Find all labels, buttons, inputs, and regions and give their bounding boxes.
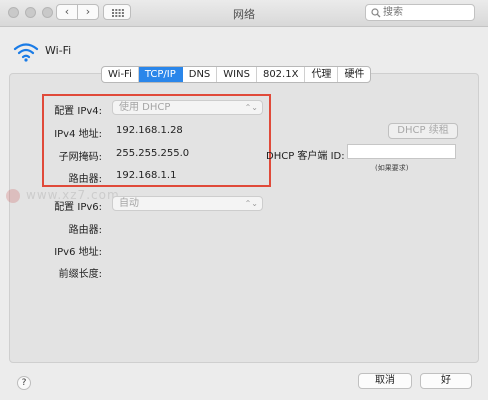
watermark-logo [6, 189, 20, 203]
renew-dhcp-button[interactable]: DHCP 续租 [388, 123, 458, 139]
tab-8021x[interactable]: 802.1X [257, 67, 306, 82]
subnet-mask-label: 子网掩码: [58, 152, 102, 163]
tab-proxy[interactable]: 代理 [305, 67, 339, 82]
dhcp-client-id-label: DHCP 客户端 ID: [266, 151, 345, 162]
interface-name: Wi-Fi [45, 44, 72, 57]
title-bar: ‹ › 网络 [0, 0, 488, 27]
dhcp-client-id-field[interactable] [347, 144, 456, 159]
configure-ipv4-value: 使用 DHCP [119, 102, 171, 113]
cancel-button[interactable]: 取消 [358, 373, 412, 389]
configure-ipv4-label: 配置 IPv4: [54, 106, 102, 117]
ipv4-address-label: IPv4 地址: [54, 129, 102, 140]
tab-wins[interactable]: WINS [217, 67, 257, 82]
dhcp-client-id-hint: (如果要求) [375, 164, 409, 172]
search-icon [371, 8, 381, 18]
tab-bar: Wi-Fi TCP/IP DNS WINS 802.1X 代理 硬件 [101, 66, 372, 83]
prefix-length-label: 前缀长度: [58, 269, 102, 280]
chevron-updown-icon: ⌃⌄ [244, 199, 258, 208]
tab-hardware[interactable]: 硬件 [338, 67, 370, 82]
search-field[interactable] [365, 4, 475, 21]
tab-wifi[interactable]: Wi-Fi [102, 67, 139, 82]
tab-tcpip[interactable]: TCP/IP [138, 67, 183, 82]
configure-ipv6-value: 自动 [119, 198, 139, 209]
router-value: 192.168.1.1 [116, 170, 177, 181]
help-button[interactable]: ? [17, 376, 31, 390]
ipv4-address-value: 192.168.1.28 [116, 125, 183, 136]
configure-ipv6-label: 配置 IPv6: [54, 202, 102, 213]
ipv6-address-label: IPv6 地址: [54, 247, 102, 258]
ipv6-router-label: 路由器: [68, 225, 102, 236]
configure-ipv6-select[interactable]: 自动 ⌃⌄ [112, 196, 263, 211]
configure-ipv4-select[interactable]: 使用 DHCP ⌃⌄ [112, 100, 263, 115]
wifi-icon [13, 43, 39, 62]
ok-button[interactable]: 好 [420, 373, 472, 389]
router-label: 路由器: [68, 174, 102, 185]
search-input[interactable] [383, 6, 471, 19]
subnet-mask-value: 255.255.255.0 [116, 148, 190, 159]
tab-dns[interactable]: DNS [183, 67, 218, 82]
chevron-updown-icon: ⌃⌄ [244, 103, 258, 112]
